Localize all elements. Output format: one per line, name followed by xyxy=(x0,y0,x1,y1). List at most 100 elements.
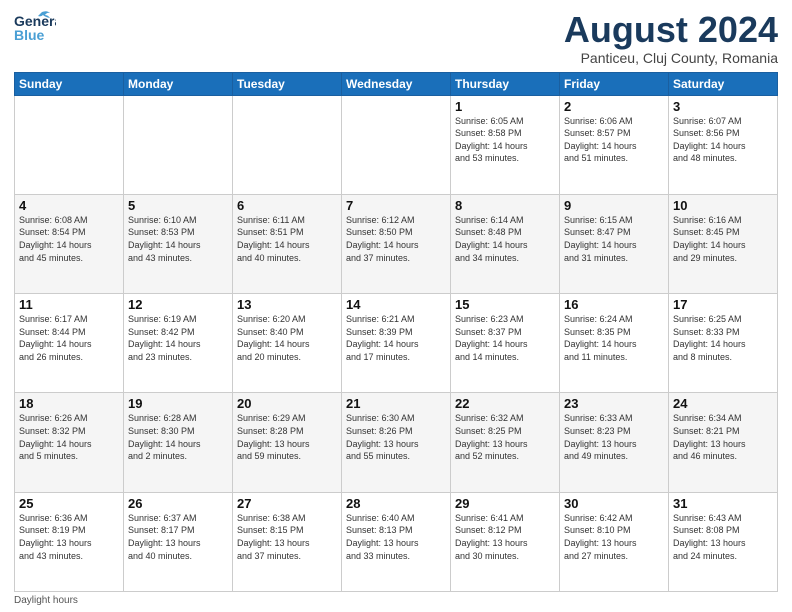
title-area: August 2024 Panticeu, Cluj County, Roman… xyxy=(564,10,778,66)
day-info: Sunrise: 6:33 AM Sunset: 8:23 PM Dayligh… xyxy=(564,412,664,462)
header-monday: Monday xyxy=(124,72,233,95)
calendar-cell: 27Sunrise: 6:38 AM Sunset: 8:15 PM Dayli… xyxy=(233,492,342,591)
day-number: 4 xyxy=(19,198,119,213)
day-number: 29 xyxy=(455,496,555,511)
day-number: 17 xyxy=(673,297,773,312)
day-info: Sunrise: 6:07 AM Sunset: 8:56 PM Dayligh… xyxy=(673,115,773,165)
calendar-cell xyxy=(233,95,342,194)
day-number: 11 xyxy=(19,297,119,312)
day-number: 8 xyxy=(455,198,555,213)
subtitle: Panticeu, Cluj County, Romania xyxy=(564,50,778,66)
day-info: Sunrise: 6:25 AM Sunset: 8:33 PM Dayligh… xyxy=(673,313,773,363)
day-number: 1 xyxy=(455,99,555,114)
header-friday: Friday xyxy=(560,72,669,95)
day-info: Sunrise: 6:38 AM Sunset: 8:15 PM Dayligh… xyxy=(237,512,337,562)
calendar-cell xyxy=(124,95,233,194)
day-number: 2 xyxy=(564,99,664,114)
day-info: Sunrise: 6:30 AM Sunset: 8:26 PM Dayligh… xyxy=(346,412,446,462)
calendar-week-2: 4Sunrise: 6:08 AM Sunset: 8:54 PM Daylig… xyxy=(15,194,778,293)
day-info: Sunrise: 6:11 AM Sunset: 8:51 PM Dayligh… xyxy=(237,214,337,264)
calendar-cell: 31Sunrise: 6:43 AM Sunset: 8:08 PM Dayli… xyxy=(669,492,778,591)
calendar-cell: 16Sunrise: 6:24 AM Sunset: 8:35 PM Dayli… xyxy=(560,294,669,393)
calendar-week-5: 25Sunrise: 6:36 AM Sunset: 8:19 PM Dayli… xyxy=(15,492,778,591)
day-info: Sunrise: 6:32 AM Sunset: 8:25 PM Dayligh… xyxy=(455,412,555,462)
day-number: 5 xyxy=(128,198,228,213)
day-number: 22 xyxy=(455,396,555,411)
day-info: Sunrise: 6:19 AM Sunset: 8:42 PM Dayligh… xyxy=(128,313,228,363)
calendar-cell: 30Sunrise: 6:42 AM Sunset: 8:10 PM Dayli… xyxy=(560,492,669,591)
day-info: Sunrise: 6:05 AM Sunset: 8:58 PM Dayligh… xyxy=(455,115,555,165)
calendar-cell: 9Sunrise: 6:15 AM Sunset: 8:47 PM Daylig… xyxy=(560,194,669,293)
header-saturday: Saturday xyxy=(669,72,778,95)
day-info: Sunrise: 6:20 AM Sunset: 8:40 PM Dayligh… xyxy=(237,313,337,363)
day-info: Sunrise: 6:29 AM Sunset: 8:28 PM Dayligh… xyxy=(237,412,337,462)
calendar-cell: 25Sunrise: 6:36 AM Sunset: 8:19 PM Dayli… xyxy=(15,492,124,591)
day-info: Sunrise: 6:34 AM Sunset: 8:21 PM Dayligh… xyxy=(673,412,773,462)
day-number: 21 xyxy=(346,396,446,411)
day-info: Sunrise: 6:17 AM Sunset: 8:44 PM Dayligh… xyxy=(19,313,119,363)
calendar-week-1: 1Sunrise: 6:05 AM Sunset: 8:58 PM Daylig… xyxy=(15,95,778,194)
day-info: Sunrise: 6:42 AM Sunset: 8:10 PM Dayligh… xyxy=(564,512,664,562)
calendar-cell xyxy=(15,95,124,194)
day-number: 16 xyxy=(564,297,664,312)
header-wednesday: Wednesday xyxy=(342,72,451,95)
day-info: Sunrise: 6:12 AM Sunset: 8:50 PM Dayligh… xyxy=(346,214,446,264)
calendar-cell: 12Sunrise: 6:19 AM Sunset: 8:42 PM Dayli… xyxy=(124,294,233,393)
header-sunday: Sunday xyxy=(15,72,124,95)
calendar: Sunday Monday Tuesday Wednesday Thursday… xyxy=(14,72,778,592)
day-info: Sunrise: 6:06 AM Sunset: 8:57 PM Dayligh… xyxy=(564,115,664,165)
calendar-cell: 23Sunrise: 6:33 AM Sunset: 8:23 PM Dayli… xyxy=(560,393,669,492)
calendar-cell: 11Sunrise: 6:17 AM Sunset: 8:44 PM Dayli… xyxy=(15,294,124,393)
logo-svg: General Blue xyxy=(14,10,56,50)
header-thursday: Thursday xyxy=(451,72,560,95)
day-number: 23 xyxy=(564,396,664,411)
calendar-week-4: 18Sunrise: 6:26 AM Sunset: 8:32 PM Dayli… xyxy=(15,393,778,492)
day-info: Sunrise: 6:28 AM Sunset: 8:30 PM Dayligh… xyxy=(128,412,228,462)
calendar-cell: 24Sunrise: 6:34 AM Sunset: 8:21 PM Dayli… xyxy=(669,393,778,492)
page: General Blue August 2024 Panticeu, Cluj … xyxy=(0,0,792,612)
calendar-cell: 17Sunrise: 6:25 AM Sunset: 8:33 PM Dayli… xyxy=(669,294,778,393)
calendar-cell: 26Sunrise: 6:37 AM Sunset: 8:17 PM Dayli… xyxy=(124,492,233,591)
calendar-header-row: Sunday Monday Tuesday Wednesday Thursday… xyxy=(15,72,778,95)
day-number: 13 xyxy=(237,297,337,312)
day-info: Sunrise: 6:10 AM Sunset: 8:53 PM Dayligh… xyxy=(128,214,228,264)
day-info: Sunrise: 6:43 AM Sunset: 8:08 PM Dayligh… xyxy=(673,512,773,562)
day-number: 24 xyxy=(673,396,773,411)
day-number: 26 xyxy=(128,496,228,511)
header: General Blue August 2024 Panticeu, Cluj … xyxy=(14,10,778,66)
calendar-cell: 28Sunrise: 6:40 AM Sunset: 8:13 PM Dayli… xyxy=(342,492,451,591)
day-info: Sunrise: 6:26 AM Sunset: 8:32 PM Dayligh… xyxy=(19,412,119,462)
day-number: 27 xyxy=(237,496,337,511)
calendar-cell: 10Sunrise: 6:16 AM Sunset: 8:45 PM Dayli… xyxy=(669,194,778,293)
calendar-cell: 4Sunrise: 6:08 AM Sunset: 8:54 PM Daylig… xyxy=(15,194,124,293)
calendar-cell: 15Sunrise: 6:23 AM Sunset: 8:37 PM Dayli… xyxy=(451,294,560,393)
day-number: 10 xyxy=(673,198,773,213)
calendar-cell: 21Sunrise: 6:30 AM Sunset: 8:26 PM Dayli… xyxy=(342,393,451,492)
day-number: 18 xyxy=(19,396,119,411)
day-number: 30 xyxy=(564,496,664,511)
day-number: 28 xyxy=(346,496,446,511)
logo: General Blue xyxy=(14,10,56,50)
day-number: 14 xyxy=(346,297,446,312)
calendar-cell: 22Sunrise: 6:32 AM Sunset: 8:25 PM Dayli… xyxy=(451,393,560,492)
day-number: 20 xyxy=(237,396,337,411)
day-number: 25 xyxy=(19,496,119,511)
calendar-cell: 3Sunrise: 6:07 AM Sunset: 8:56 PM Daylig… xyxy=(669,95,778,194)
day-info: Sunrise: 6:36 AM Sunset: 8:19 PM Dayligh… xyxy=(19,512,119,562)
svg-text:Blue: Blue xyxy=(14,27,45,43)
calendar-cell: 19Sunrise: 6:28 AM Sunset: 8:30 PM Dayli… xyxy=(124,393,233,492)
day-info: Sunrise: 6:08 AM Sunset: 8:54 PM Dayligh… xyxy=(19,214,119,264)
day-info: Sunrise: 6:21 AM Sunset: 8:39 PM Dayligh… xyxy=(346,313,446,363)
day-number: 9 xyxy=(564,198,664,213)
day-info: Sunrise: 6:15 AM Sunset: 8:47 PM Dayligh… xyxy=(564,214,664,264)
day-info: Sunrise: 6:41 AM Sunset: 8:12 PM Dayligh… xyxy=(455,512,555,562)
calendar-cell xyxy=(342,95,451,194)
day-number: 31 xyxy=(673,496,773,511)
calendar-cell: 1Sunrise: 6:05 AM Sunset: 8:58 PM Daylig… xyxy=(451,95,560,194)
day-number: 7 xyxy=(346,198,446,213)
calendar-cell: 13Sunrise: 6:20 AM Sunset: 8:40 PM Dayli… xyxy=(233,294,342,393)
day-number: 6 xyxy=(237,198,337,213)
day-number: 3 xyxy=(673,99,773,114)
day-info: Sunrise: 6:24 AM Sunset: 8:35 PM Dayligh… xyxy=(564,313,664,363)
day-info: Sunrise: 6:16 AM Sunset: 8:45 PM Dayligh… xyxy=(673,214,773,264)
